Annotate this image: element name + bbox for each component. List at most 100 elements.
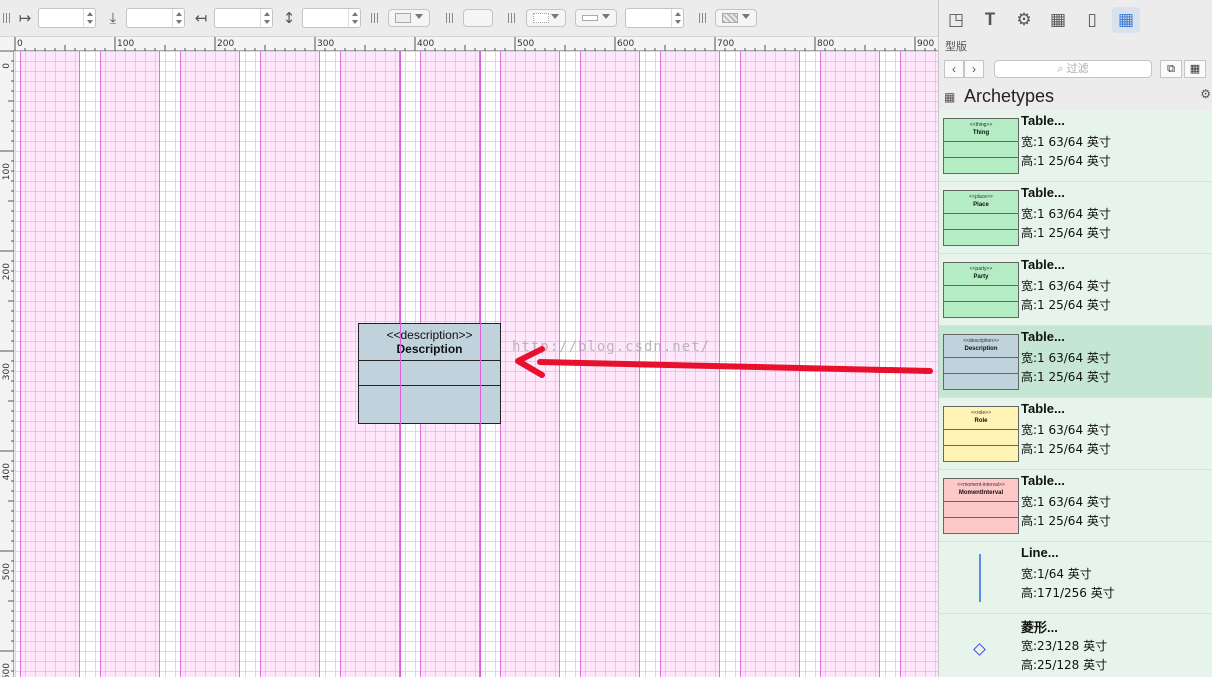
ruler-label: 0: [2, 63, 12, 69]
stencil-item[interactable]: <<thing>> Thing Table... 宽:1 63/64 英寸 高:1 25…: [939, 110, 1212, 182]
gear-icon[interactable]: ⚙: [1010, 7, 1038, 33]
width-field[interactable]: [214, 8, 273, 28]
table-thumbnail: <<description>> Description: [943, 334, 1019, 390]
ruler-label: 300: [2, 363, 12, 380]
thumbnail-section: [944, 302, 1018, 318]
drawing-canvas[interactable]: http://blog.csdn.net/ <<description>> De…: [15, 51, 938, 677]
stencil-item-height: 高:1 25/64 英寸: [1021, 370, 1111, 384]
ruler-label: 900: [917, 39, 934, 49]
layout-icon[interactable]: ▦: [1044, 7, 1072, 33]
table-operations-section[interactable]: [359, 386, 500, 423]
column-guide-band: [100, 51, 160, 677]
height-field[interactable]: [302, 8, 361, 28]
stencil-item[interactable]: <<party>> Party Table... 宽:1 63/64 英寸 高:1 25…: [939, 254, 1212, 326]
toolbar-handle[interactable]: [371, 13, 378, 23]
stroke-swatch-icon: [533, 13, 549, 23]
horizontal-ruler[interactable]: 0 100 200 300 400 500 600 700 800 900: [0, 37, 938, 51]
stepper-icon[interactable]: [260, 9, 272, 27]
panel-title: 型版: [945, 41, 967, 53]
stepper-icon[interactable]: [348, 9, 360, 27]
stencil-item[interactable]: <<moment-interval>> MomentInterval Table..…: [939, 470, 1212, 542]
stencil-item-width: 宽:1 63/64 英寸: [1021, 135, 1111, 149]
thumbnail-section: [944, 286, 1018, 302]
thumbnail-header: <<thing>> Thing: [944, 119, 1018, 142]
ruler-label: 100: [117, 39, 134, 49]
table-header[interactable]: <<description>> Description: [359, 324, 500, 361]
vertical-ruler[interactable]: 0 100 200 300 400 500 600: [0, 51, 14, 677]
table-stereotype: <<description>>: [386, 328, 473, 342]
view-options-button[interactable]: ⧉: [1160, 60, 1182, 78]
x-position-icon: ↦: [18, 9, 32, 27]
column-guide-band: [500, 51, 560, 677]
column-guide-band: [180, 51, 240, 677]
column-guide-band: [20, 51, 80, 677]
column-guide-band: [900, 51, 938, 677]
column-guide-line: [400, 51, 401, 677]
toolbar-handle[interactable]: [508, 13, 515, 23]
inspector-tabs: ◳ 𝐓 ⚙ ▦ ▯ ▦: [939, 0, 1212, 38]
grid-view-button[interactable]: ▦: [1184, 60, 1206, 78]
document-icon[interactable]: ▯: [1078, 7, 1106, 33]
toolbar-handle[interactable]: [446, 13, 453, 23]
stepper-icon[interactable]: [671, 9, 683, 27]
stencil-items-list[interactable]: <<thing>> Thing Table... 宽:1 63/64 英寸 高:1 25…: [939, 110, 1212, 677]
thumbnail-header: <<moment-interval>> MomentInterval: [944, 479, 1018, 502]
stencil-item-name: Table...: [1021, 401, 1065, 416]
x-position-field[interactable]: [38, 8, 96, 28]
toolbar-handle[interactable]: [699, 13, 706, 23]
ruler-label: 400: [417, 39, 434, 49]
column-guide-band: [580, 51, 640, 677]
back-button[interactable]: ‹: [944, 60, 964, 78]
thumbnail-stereotype: <<party>>: [969, 266, 993, 272]
shadow-popup[interactable]: [715, 9, 757, 27]
thumbnail-stereotype: <<description>>: [963, 338, 999, 344]
stencil-item[interactable]: 菱形... 宽:23/128 英寸 高:25/128 英寸: [939, 614, 1212, 677]
text-icon[interactable]: 𝐓: [976, 7, 1004, 33]
stroke-width-field[interactable]: [625, 8, 684, 28]
stencil-gear-icon[interactable]: ⚙: [1200, 87, 1211, 101]
fill-swatch-icon: [395, 13, 411, 23]
fill-style-popup[interactable]: [388, 9, 430, 27]
ruler-label: 100: [2, 163, 12, 180]
filter-placeholder: 过滤: [1066, 63, 1089, 75]
thumbnail-section: [944, 214, 1018, 230]
stencil-header[interactable]: ▦ Archetypes ⚙: [939, 84, 1212, 110]
stepper-icon[interactable]: [172, 9, 184, 27]
color-well[interactable]: [463, 9, 493, 27]
stencil-item[interactable]: Line... 宽:1/64 英寸 高:171/256 英寸: [939, 542, 1212, 614]
ruler-label: 500: [2, 563, 12, 580]
ruler-label: 600: [2, 663, 12, 677]
stencil-item[interactable]: <<description>> Description Table... 宽:1 63…: [939, 326, 1212, 398]
thumbnail-header: <<party>> Party: [944, 263, 1018, 286]
resize-icon[interactable]: ◳: [942, 7, 970, 33]
thumbnail-name: Role: [974, 418, 988, 424]
ruler-label: 300: [317, 39, 334, 49]
table-thumbnail: <<role>> Role: [943, 406, 1019, 462]
stroke-style-popup[interactable]: [526, 9, 566, 27]
thumbnail-section: [944, 358, 1018, 374]
y-position-field[interactable]: [126, 8, 185, 28]
column-guide-band: [260, 51, 320, 677]
toolbar-handle[interactable]: [3, 13, 10, 23]
line-style-popup[interactable]: [575, 9, 617, 27]
ruler-label: 600: [617, 39, 634, 49]
line-thumbnail: [979, 554, 981, 602]
table-attributes-section[interactable]: [359, 361, 500, 386]
y-position-icon: ⤓: [109, 9, 117, 27]
filter-input[interactable]: ⌕ 过滤: [994, 60, 1152, 78]
stencils-icon[interactable]: ▦: [1112, 7, 1140, 33]
chevron-down-icon: [551, 14, 559, 19]
stencil-navigation: ‹ › ⌕ 过滤 ⧉ ▦: [939, 58, 1212, 80]
stencil-item-name: Table...: [1021, 473, 1065, 488]
column-guide-band: [660, 51, 720, 677]
ruler-label: 0: [17, 39, 23, 49]
stencil-item[interactable]: <<place>> Place Table... 宽:1 63/64 英寸 高:1 25…: [939, 182, 1212, 254]
stencil-grid-icon: ▦: [944, 90, 956, 104]
thumbnail-header: <<role>> Role: [944, 407, 1018, 430]
toolbar: ↦ ⤓ ↤ ↕: [0, 0, 938, 37]
stencil-item[interactable]: <<role>> Role Table... 宽:1 63/64 英寸 高:1 25/6…: [939, 398, 1212, 470]
ruler-label: 200: [2, 263, 12, 280]
forward-button[interactable]: ›: [964, 60, 984, 78]
stencil-item-name: Table...: [1021, 257, 1065, 272]
stepper-icon[interactable]: [83, 9, 95, 27]
